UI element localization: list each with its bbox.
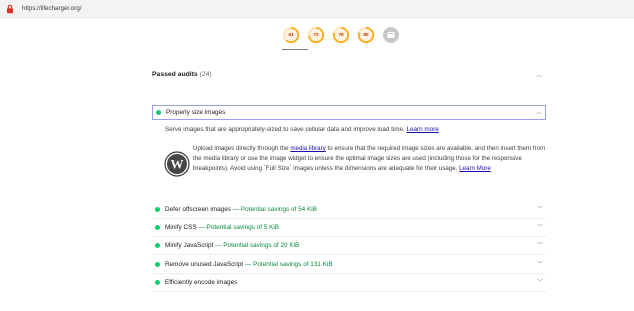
audit-title: Properly size images (166, 109, 226, 116)
chevron-up-icon[interactable]: ︿ (536, 72, 542, 80)
audit-minify-javascript[interactable]: Minify JavaScript — Potential savings of… (152, 237, 546, 255)
active-gauge-indicator (282, 49, 308, 50)
gauge-value: 61 (288, 32, 294, 37)
audit-remove-unused-javascript[interactable]: Remove unused JavaScript — Potential sav… (152, 256, 546, 274)
score-gauges: 61 72 79 80 (282, 26, 400, 48)
gauge-value: 79 (338, 32, 344, 37)
audit-properly-size-images[interactable]: Properly size images ︿ (152, 105, 546, 120)
gauge-value: 72 (313, 32, 319, 37)
audit-savings: — Potential savings of 5 KiB (198, 224, 280, 231)
audit-title: Remove unused JavaScript — Potential sav… (165, 261, 333, 268)
pwa-icon (383, 27, 399, 43)
pass-indicator-icon (156, 110, 161, 115)
chevron-up-icon[interactable]: ︿ (536, 109, 542, 117)
audit-savings: — Potential savings of 54 KiB (232, 206, 317, 213)
pass-indicator-icon (155, 207, 160, 212)
audit-efficiently-encode-images[interactable]: Efficiently encode images ﹀ (152, 274, 546, 292)
gauge-value: 80 (363, 32, 369, 37)
chevron-down-icon[interactable]: ﹀ (537, 279, 543, 287)
url-text[interactable]: https://lifecharger.org/ (22, 4, 82, 14)
passed-audits-count: (24) (199, 71, 212, 78)
audit-title: Defer offscreen images — Potential savin… (165, 206, 317, 213)
chevron-down-icon[interactable]: ﹀ (537, 224, 543, 232)
pass-indicator-icon (155, 243, 160, 248)
audit-minify-css[interactable]: Minify CSS — Potential savings of 5 KiB … (152, 219, 546, 237)
passed-audits-title: Passed audits (24) (152, 71, 212, 78)
gauge-pwa[interactable] (382, 26, 400, 44)
svg-text:W: W (171, 157, 184, 172)
audit-title: Efficiently encode images (165, 279, 238, 286)
wordpress-icon: W (164, 151, 190, 177)
lock-icon (7, 4, 13, 14)
wordpress-stack-note: Upload images directly through the media… (193, 145, 546, 173)
wp-learn-more-link[interactable]: Learn More (459, 165, 491, 172)
pass-indicator-icon (155, 280, 160, 285)
audit-defer-offscreen-images[interactable]: Defer offscreen images — Potential savin… (152, 201, 546, 219)
chevron-down-icon[interactable]: ﹀ (537, 261, 543, 269)
learn-more-link[interactable]: Learn more (407, 126, 439, 133)
gauge-performance[interactable]: 61 (282, 26, 300, 44)
gauge-best-practices[interactable]: 79 (332, 26, 350, 44)
audit-title: Minify JavaScript — Potential savings of… (165, 242, 300, 249)
pass-indicator-icon (155, 262, 160, 267)
audit-title: Minify CSS — Potential savings of 5 KiB (165, 224, 280, 231)
audit-savings: — Potential savings of 131 KiB (244, 261, 333, 268)
audit-savings: — Potential savings of 20 KiB (215, 242, 300, 249)
gauge-accessibility[interactable]: 72 (307, 26, 325, 44)
media-library-link[interactable]: media library (290, 145, 325, 152)
audit-description: Serve images that are appropriately-size… (165, 126, 439, 133)
pass-indicator-icon (155, 225, 160, 230)
chevron-down-icon[interactable]: ﹀ (537, 242, 543, 250)
chevron-down-icon[interactable]: ﹀ (537, 206, 543, 214)
address-bar[interactable]: https://lifecharger.org/ (0, 0, 634, 18)
passed-audits-header[interactable]: Passed audits (24) ︿ (152, 70, 546, 84)
gauge-seo[interactable]: 80 (357, 26, 375, 44)
